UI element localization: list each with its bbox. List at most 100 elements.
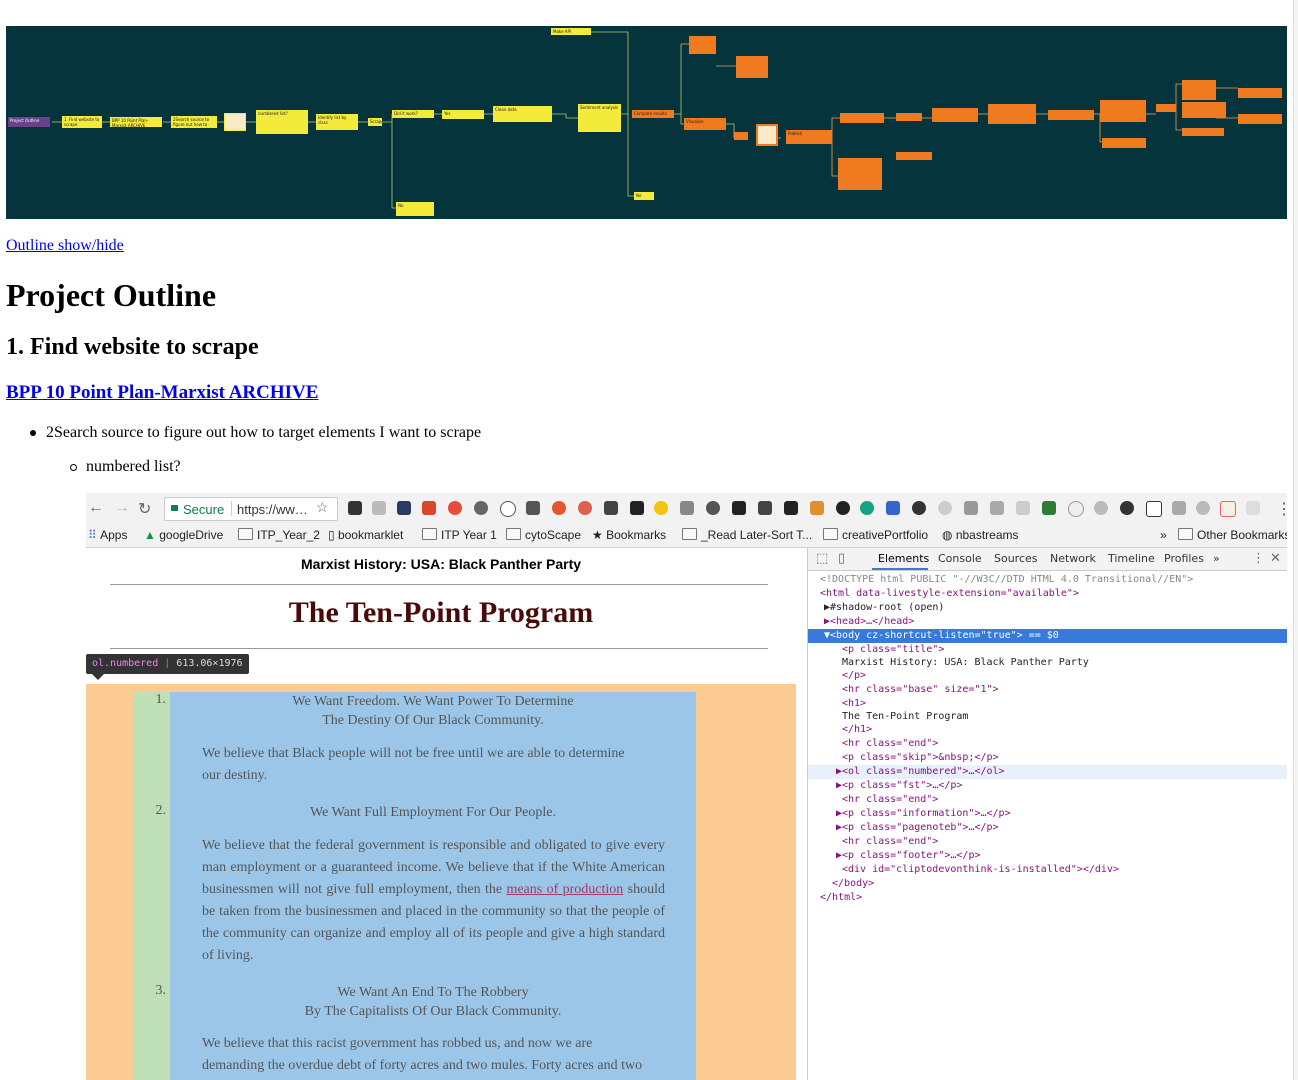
extension-icon[interactable] — [578, 501, 592, 515]
bookmark-folder[interactable]: cytoScape — [506, 528, 581, 542]
extension-icon[interactable] — [526, 501, 540, 515]
extension-icon[interactable] — [348, 501, 362, 515]
extension-icon[interactable] — [964, 501, 978, 515]
means-of-production-link[interactable]: means of production — [506, 882, 623, 897]
mindmap-node: Visualize — [684, 118, 726, 130]
bookmark-folder[interactable]: ITP_Year_2 — [238, 528, 320, 542]
extension-icon[interactable] — [1042, 501, 1056, 515]
bookmark-folder[interactable]: Other Bookmarks — [1178, 528, 1287, 542]
list-item-text: 2Search source to figure out how to targ… — [46, 424, 482, 441]
bookmark-folder[interactable]: _Read Later-Sort T... — [682, 528, 812, 542]
extension-icon[interactable] — [990, 501, 1004, 515]
dom-tree-line[interactable]: ▶#shadow-root (open) — [808, 601, 1287, 615]
bullet-icon — [30, 430, 36, 436]
dom-tree-line[interactable]: <p class="skip">&nbsp;</p> — [808, 751, 1287, 765]
extension-icon[interactable] — [810, 501, 824, 515]
extension-icon[interactable] — [1196, 501, 1210, 515]
dom-tree-line[interactable]: ▶<p class="fst">…</p> — [808, 779, 1287, 793]
extension-icon[interactable] — [1246, 501, 1260, 515]
forward-icon[interactable]: → — [114, 499, 130, 517]
dom-tree-line[interactable]: ▼<body cz-shortcut-listen="true"> == $0 — [808, 629, 1287, 643]
tab-elements[interactable]: Elements — [878, 552, 929, 565]
extension-icon[interactable] — [422, 501, 436, 515]
extension-icon[interactable] — [1016, 501, 1030, 515]
dom-tree-line[interactable]: ▶<p class="information">…</p> — [808, 807, 1287, 821]
extension-icon[interactable] — [1146, 501, 1162, 517]
dom-tree-line[interactable]: ▶<p class="footer">…</p> — [808, 849, 1287, 863]
address-bar[interactable]: Secure https://ww… — [164, 497, 338, 521]
source-link[interactable]: BPP 10 Point Plan-Marxist ARCHIVE — [6, 382, 318, 403]
extension-icon[interactable] — [552, 501, 566, 515]
outline-toggle-link[interactable]: Outline show/hide — [6, 237, 124, 255]
bookmark-apps[interactable]: ⠿ Apps — [88, 528, 127, 542]
dom-tree-line[interactable]: <hr class="end"> — [808, 737, 1287, 751]
menu-kebab-icon[interactable]: ⋮ — [1276, 499, 1287, 519]
bookmark-item[interactable]: ▲ googleDrive — [144, 528, 223, 542]
extension-icon[interactable] — [372, 501, 386, 515]
dom-tree-line[interactable]: ▶<p class="pagenoteb">…</p> — [808, 821, 1287, 835]
tab-network[interactable]: Network — [1050, 552, 1096, 565]
dom-tree-line[interactable]: <hr class="base" size="1"> — [808, 683, 1287, 697]
tab-timeline[interactable]: Timeline — [1108, 552, 1155, 565]
bookmark-folder[interactable]: creativePortfolio — [823, 528, 928, 542]
dom-tree-line[interactable]: </html> — [808, 891, 1287, 905]
extension-icon[interactable] — [397, 501, 411, 515]
dom-tree-line[interactable]: ▶<head>…</head> — [808, 615, 1287, 629]
tab-console[interactable]: Console — [938, 552, 982, 565]
bookmarks-overflow-button[interactable]: » — [1160, 528, 1167, 542]
extension-icon[interactable] — [1094, 501, 1108, 515]
dom-tree-line[interactable]: Marxist History: USA: Black Panther Part… — [808, 656, 1287, 670]
extension-icon[interactable] — [758, 501, 772, 515]
extension-icon[interactable] — [1220, 501, 1236, 517]
reload-icon[interactable]: ↻ — [138, 499, 151, 519]
dom-tree-line[interactable]: </h1> — [808, 723, 1287, 737]
bookmark-item[interactable]: ▯ bookmarklet — [328, 528, 403, 542]
extension-icon[interactable] — [654, 501, 668, 515]
extension-icon[interactable] — [604, 501, 618, 515]
extension-icon[interactable] — [836, 501, 850, 515]
inspect-element-icon[interactable]: ⬚ — [816, 551, 828, 566]
dom-tree-line[interactable]: <h1> — [808, 697, 1287, 711]
lock-icon — [171, 505, 178, 511]
extension-icon[interactable] — [630, 501, 644, 515]
bookmark-folder[interactable]: ITP Year 1 — [422, 528, 497, 542]
extension-icon[interactable] — [1172, 501, 1186, 515]
extension-icon[interactable] — [860, 501, 874, 515]
dom-tree-line[interactable]: <!DOCTYPE html PUBLIC "-//W3C//DTD HTML … — [808, 573, 1287, 587]
extension-icon[interactable] — [706, 501, 720, 515]
dom-tree-line[interactable]: <p class="title"> — [808, 643, 1287, 657]
page-scrollbar[interactable] — [1293, 0, 1298, 1080]
dom-tree-line[interactable]: ▶<ol class="numbered">…</ol> — [808, 765, 1287, 779]
tooltip-arrow-icon — [92, 674, 104, 680]
dom-tree-line[interactable]: </body> — [808, 877, 1287, 891]
tab-sources[interactable]: Sources — [994, 552, 1038, 565]
dom-tree-line[interactable]: The Ten-Point Program — [808, 710, 1287, 724]
extension-icon[interactable] — [448, 501, 462, 515]
dom-tree-text: <hr class="base" size="1"> — [842, 684, 999, 695]
close-icon[interactable]: ✕ — [1270, 551, 1281, 566]
bookmark-item[interactable]: ★ Bookmarks — [592, 528, 666, 542]
device-toolbar-icon[interactable]: ▯ — [838, 551, 845, 566]
dom-tree-line[interactable]: <html data-livestyle-extension="availabl… — [808, 587, 1287, 601]
extension-icon[interactable] — [474, 501, 488, 515]
extension-icon[interactable] — [732, 501, 746, 515]
extension-icon[interactable] — [912, 501, 926, 515]
dom-tree-line[interactable]: <div id="cliptodevonthink-is-installed">… — [808, 863, 1287, 877]
dom-tree-line[interactable]: <hr class="end"> — [808, 835, 1287, 849]
extension-icon[interactable] — [1120, 501, 1134, 515]
extension-icon[interactable] — [500, 501, 516, 517]
extension-icon[interactable] — [938, 501, 952, 515]
devtools-panel: ⬚ ▯ Elements Console Sources Network Tim… — [807, 548, 1287, 1080]
tab-profiles[interactable]: Profiles — [1164, 552, 1204, 565]
extension-icon[interactable] — [886, 501, 900, 515]
dom-tree-line[interactable]: <hr class="end"> — [808, 793, 1287, 807]
bookmark-item[interactable]: ◍ nbastreams — [942, 528, 1019, 542]
tabs-overflow-button[interactable]: » — [1213, 552, 1220, 565]
devtools-menu-icon[interactable]: ⋮ — [1252, 551, 1265, 566]
extension-icon[interactable] — [784, 501, 798, 515]
extension-icon[interactable] — [1068, 501, 1084, 517]
dom-tree-line[interactable]: </p> — [808, 669, 1287, 683]
extension-icon[interactable] — [680, 501, 694, 515]
bookmark-star-icon[interactable]: ☆ — [316, 499, 329, 516]
back-icon[interactable]: ← — [88, 499, 104, 517]
